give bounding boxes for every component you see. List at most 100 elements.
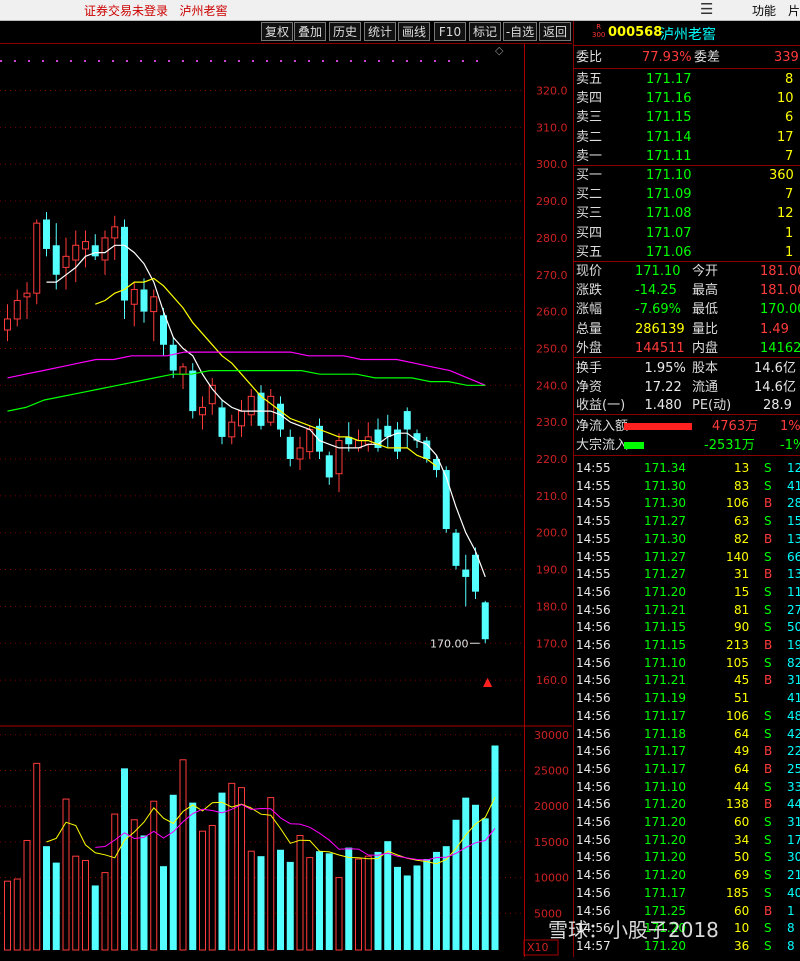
tick-count: 12 [787, 461, 800, 475]
watchlist-button[interactable]: -自选 [503, 22, 537, 41]
tick-count: 48 [787, 708, 800, 723]
mark-button[interactable]: 标记 [469, 22, 501, 41]
tick-price: 171.30 [644, 531, 686, 546]
tick-row[interactable]: 14:55 171.27 140 S 66 [574, 549, 800, 567]
kline-chart-area[interactable]: ◇ 320.0 310.0 300.0 290.0 280.0 270.0 260.0 250.… [0, 44, 572, 957]
ask-level-row[interactable]: 卖四 171.16 10 [574, 89, 800, 108]
ask-level-row[interactable]: 卖二 171.14 17 [574, 128, 800, 147]
tick-volume: 105 [726, 655, 749, 670]
tick-time: 14:56 [576, 638, 611, 652]
tick-row[interactable]: 14:56 171.15 213 B 194 [574, 637, 800, 655]
tick-side: B [764, 638, 773, 652]
tick-price: 171.18 [644, 726, 686, 741]
history-button[interactable]: 历史 [329, 22, 361, 41]
volume-bar [306, 857, 314, 951]
ask-level-row[interactable]: 卖五 171.17 8 [574, 70, 800, 89]
tick-volume: 49 [734, 744, 750, 759]
tick-price: 171.17 [644, 761, 686, 776]
function-menu-button[interactable]: 功能 [752, 2, 776, 19]
candle-body [199, 406, 206, 416]
tick-row[interactable]: 14:56 171.19 51 41 [574, 690, 800, 708]
statistics-button[interactable]: 统计 [364, 22, 396, 41]
back-button[interactable]: 返回 [539, 22, 571, 41]
volume-bar [364, 855, 372, 951]
top-stock-name: 泸州老窖 [179, 4, 228, 18]
tick-side: B [764, 673, 773, 688]
price-axis-label: 160.0 [536, 674, 568, 687]
tick-row[interactable]: 14:56 171.20 69 S 21 [574, 867, 800, 885]
price-axis-label: 200.0 [536, 527, 568, 540]
top-bar: 证券交易未登录 泸州老窖 ☰ 功能 片 [0, 0, 800, 21]
stat-label: 最高 [692, 283, 719, 299]
price-axis-label: 210.0 [536, 490, 568, 503]
ask-volume: 10 [777, 91, 794, 107]
stat-label: 总量 [576, 321, 603, 337]
tick-row[interactable]: 14:55 171.30 82 B 13 [574, 531, 800, 549]
tick-row[interactable]: 14:56 171.21 45 B 31 [574, 672, 800, 690]
tick-side: S [764, 514, 772, 529]
bid-level-row[interactable]: 买五 171.06 1 [574, 243, 800, 262]
restore-rights-button[interactable]: 复权 [261, 22, 293, 41]
stat-label: 涨跌 [576, 283, 603, 299]
tick-count: 25 [787, 761, 800, 776]
tick-row[interactable]: 14:56 171.18 64 S 42 [574, 726, 800, 744]
tick-row[interactable]: 14:56 171.20 15 S 11 [574, 584, 800, 602]
ask-level-row[interactable]: 卖一 171.11 7 [574, 147, 800, 166]
ask-level-row[interactable]: 卖三 171.15 6 [574, 108, 800, 127]
tick-row[interactable]: 14:56 171.10 105 S 82 [574, 655, 800, 673]
tick-row[interactable]: 14:55 171.34 13 S 12 [574, 460, 800, 478]
diamond-icon: ◇ [495, 44, 504, 57]
tick-row[interactable]: 14:55 171.30 106 B 28 [574, 495, 800, 513]
hamburger-icon[interactable]: ☰ [700, 0, 713, 18]
tick-row[interactable]: 14:55 171.27 31 B 13 [574, 566, 800, 584]
fund-flow-label: 净流入额 [576, 419, 629, 434]
fundamental-value: 28.9 [763, 398, 792, 414]
bid-level-row[interactable]: 买四 171.07 1 [574, 224, 800, 243]
volume-bar [257, 856, 265, 950]
bid-level-row[interactable]: 买二 171.09 7 [574, 185, 800, 204]
kline-chart[interactable]: ◇ 320.0 310.0 300.0 290.0 280.0 270.0 260.0 250.… [0, 44, 572, 957]
tick-row[interactable]: 14:55 171.30 83 S 41 [574, 478, 800, 496]
overlay-button[interactable]: 叠加 [294, 22, 326, 41]
tick-price: 171.27 [644, 567, 686, 582]
tick-row[interactable]: 14:56 171.20 138 B 44 [574, 796, 800, 814]
fund-flow-row: 大宗流入 -2531万 -1% [574, 436, 800, 455]
tick-row[interactable]: 14:56 171.20 50 S 30 [574, 849, 800, 867]
margin-badge: R 300 [592, 23, 606, 39]
volume-bar [43, 846, 50, 950]
stat-value: 181.00 [760, 283, 800, 299]
tick-row[interactable]: 14:56 171.20 34 S 17 [574, 832, 800, 850]
tick-volume: 64 [734, 726, 750, 741]
bid-level-row[interactable]: 买三 171.08 12 [574, 204, 800, 223]
fundamental-row: 净资 17.22 流通 14.6亿 [574, 378, 800, 397]
tick-time: 14:56 [576, 815, 611, 829]
login-status-label: 证券交易未登录 [84, 4, 169, 18]
tick-price: 171.17 [644, 708, 686, 723]
volume-bar [267, 797, 275, 951]
tick-side: B [764, 744, 773, 759]
tick-row[interactable]: 14:55 171.27 63 S 15 [574, 513, 800, 531]
tick-row[interactable]: 14:56 171.21 81 S 27 [574, 602, 800, 620]
bid-level-row[interactable]: 买一 171.10 360 [574, 166, 800, 185]
tick-volume: 106 [726, 708, 749, 723]
tick-row[interactable]: 14:56 171.15 90 S 50 [574, 619, 800, 637]
price-axis-label: 290.0 [536, 195, 568, 208]
tick-row[interactable]: 14:56 171.10 44 S 33 [574, 779, 800, 797]
tick-row[interactable]: 14:56 171.17 185 S 40 [574, 885, 800, 903]
tick-side: S [764, 850, 772, 865]
tick-row[interactable]: 14:56 171.20 60 S 31 [574, 814, 800, 832]
f10-button[interactable]: F10 [434, 22, 466, 41]
volume-bar [179, 759, 187, 951]
tick-row[interactable]: 14:56 171.17 64 B 25 [574, 761, 800, 779]
more-menu-button[interactable]: 片 [788, 2, 800, 19]
candle-body [72, 244, 80, 261]
bid-price: 171.06 [646, 244, 692, 260]
fundamental-label: 换手 [576, 361, 603, 376]
volume-bar [111, 813, 119, 951]
tick-time: 14:56 [576, 868, 611, 883]
stat-value: 170.00 [760, 302, 800, 318]
tick-row[interactable]: 14:56 171.17 106 S 48 [574, 708, 800, 726]
draw-line-button[interactable]: 画线 [398, 22, 430, 41]
login-status-text[interactable]: 证券交易未登录 泸州老窖 [84, 2, 227, 19]
tick-row[interactable]: 14:56 171.17 49 B 22 [574, 743, 800, 761]
